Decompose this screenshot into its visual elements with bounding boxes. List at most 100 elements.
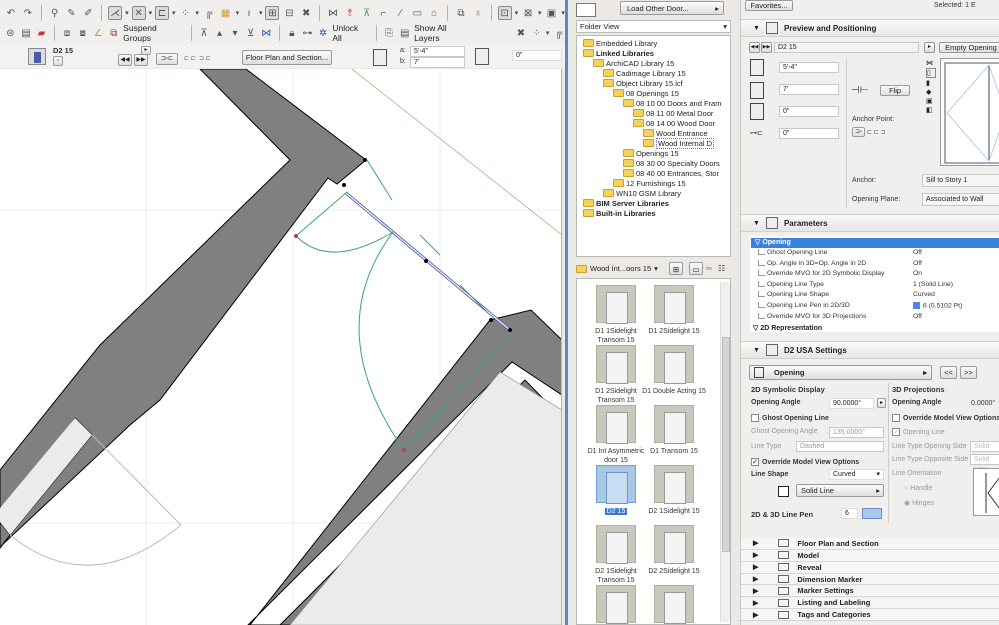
library-tree-item[interactable]: WN10 GSM Library (603, 188, 681, 198)
bring-forward-icon[interactable]: ▴ (213, 26, 226, 40)
chevron-down-icon[interactable]: ▾ (236, 9, 240, 17)
trace-icon[interactable]: ⊞ (265, 6, 280, 20)
pen-color-swatch[interactable] (862, 508, 882, 519)
favorites-button[interactable]: Favorites... (745, 0, 793, 11)
usa-settings-header[interactable]: ▼ D2 USA Settings (741, 341, 999, 359)
parameter-row[interactable]: Override MVO for 3D Projections Off (753, 312, 998, 324)
plan-view-icon[interactable]: ⋈ (926, 59, 936, 67)
projection-angle-field[interactable]: 0.0000° (971, 400, 995, 407)
suspend-groups-icon[interactable]: ⧉ (108, 26, 121, 40)
show-layers-icon[interactable]: ▤ (398, 26, 411, 40)
front-icon[interactable]: ▣ (926, 97, 936, 105)
collapsed-section-floor-plan-and-section[interactable]: ▶ Floor Plan and Section (741, 538, 999, 550)
parameter-value[interactable]: Off (913, 249, 922, 260)
wall-icon[interactable]: ╔ (552, 26, 565, 40)
library-tree-item[interactable]: Wood Internal D (643, 137, 715, 149)
floor-plan-section-button[interactable]: Floor Plan and Section... (242, 50, 332, 65)
library-tree-item[interactable]: 08 11 00 Metal Door (633, 108, 713, 118)
parameter-group-opening[interactable]: ▽ Opening (751, 238, 999, 248)
unlock-icon[interactable]: ⊶ (301, 26, 314, 40)
house-icon[interactable]: ⌂ (427, 6, 441, 20)
projection-override-checkbox[interactable]: Override Model View Options (892, 414, 999, 422)
settings-button[interactable]: ▫ (53, 56, 63, 66)
library-tree-item[interactable]: 12 Furnishings 15 (613, 178, 686, 188)
library-tree-item[interactable]: 08 30 00 Specialty Doors (623, 158, 720, 168)
width-field[interactable]: 5'-4" (779, 62, 839, 73)
parameter-value[interactable]: Off (913, 313, 922, 324)
rectangle-icon[interactable]: ▭ (410, 6, 424, 20)
split-icon[interactable]: ⥉ (343, 6, 357, 20)
send-back-icon[interactable]: ⊻ (244, 26, 257, 40)
adjust-icon[interactable]: ⊼ (360, 6, 374, 20)
parameter-value[interactable]: On (913, 270, 922, 281)
previous-button[interactable]: ◀◀ (749, 42, 760, 53)
library-tree-item[interactable]: Built-in Libraries (583, 208, 656, 218)
show-all-layers-button[interactable]: Show All Layers (414, 23, 468, 43)
unlock-all-button[interactable]: Unlock All (332, 23, 366, 43)
3d-view-icon[interactable]: ⊠ (521, 6, 535, 20)
anchor-point-button[interactable]: ⊐▫ (852, 127, 865, 137)
layer-combo-icon[interactable]: ▤ (20, 26, 33, 40)
parameter-row[interactable]: Override MVO for 2D Symbolic Display On (753, 270, 998, 281)
eraser-icon[interactable]: ▰ (35, 26, 48, 40)
parameter-value[interactable]: 6 (0.5102 Pt) (923, 302, 962, 309)
eyedropper-icon[interactable]: ✎ (65, 6, 79, 20)
anchor-options-icon[interactable]: ⊏ ⊏ ⊐ ⊏ (184, 55, 211, 62)
list-view-button[interactable]: ☷ (718, 264, 725, 273)
solid-line-select[interactable]: Solid Line ▸ (796, 484, 884, 497)
group-elements-icon[interactable]: ⧈ (61, 26, 74, 40)
load-other-door-button[interactable]: Load Other Door... ▸ (620, 1, 724, 15)
preview-section-header[interactable]: ▼ Preview and Positioning (741, 19, 999, 37)
library-thumbnail[interactable] (639, 585, 709, 624)
opening-angle-field[interactable]: 90.0000° (829, 398, 874, 409)
hide-layer-icon[interactable]: ⎘ (383, 26, 396, 40)
collapsed-section-tags-and-categories[interactable]: ▶ Tags and Categories (741, 609, 999, 622)
marker-icon[interactable]: ♁ (471, 6, 485, 20)
close-icon[interactable]: ✖ (299, 6, 313, 20)
library-thumbnail[interactable]: D1 2Sidelight 15 (639, 285, 709, 336)
height-field[interactable]: 7' (410, 57, 465, 68)
3d-icon[interactable]: ◆ (926, 88, 936, 96)
parameter-row[interactable]: Ghost Opening Line Off (753, 249, 998, 260)
layer-icon[interactable]: ▦ (219, 6, 233, 20)
library-tree-item[interactable]: 08 10 00 Doors and Fram (623, 98, 721, 108)
opening-plane-select[interactable]: Associated to Wall (922, 193, 999, 206)
anchor-select[interactable]: Sill to Story 1 (922, 174, 999, 187)
line-type-opening-select[interactable]: Solid Line (970, 441, 999, 460)
group-icon[interactable]: ⧉ (454, 6, 468, 20)
guide-lines-icon[interactable]: ✕ (131, 6, 146, 20)
library-thumbnail[interactable]: D2 2Sidelight 15 (639, 525, 709, 576)
sill-field[interactable]: 0" (779, 106, 839, 117)
override-mvo-checkbox[interactable]: ✓ Override Model View Options (751, 458, 859, 466)
find-select-icon[interactable]: ⚲ (48, 6, 62, 20)
empty-opening-button[interactable]: Empty Opening (939, 42, 999, 53)
library-tree-item[interactable]: Linked Libraries (583, 48, 654, 58)
sill-height-field[interactable]: 0" (512, 50, 562, 61)
library-thumbnail[interactable]: D1 Transom 15 (639, 405, 709, 456)
send-backward-icon[interactable]: ▾ (229, 26, 242, 40)
expand-button[interactable]: ▸ (141, 46, 151, 55)
preview-mode-icons[interactable]: ⋈ ▯ ▮ ◆ ▣ ◧ (926, 59, 936, 129)
line-type-opposite-select[interactable]: Solid Line (970, 454, 999, 473)
page-select[interactable]: Opening ▸ (749, 365, 932, 380)
chevron-down-icon[interactable]: ▾ (538, 9, 542, 17)
chevron-down-icon[interactable]: ▾ (149, 9, 153, 17)
door-tool-icon[interactable] (28, 48, 46, 65)
pen-icon[interactable]: ı (242, 6, 256, 20)
library-tree-item[interactable]: BIM Server Libraries (583, 198, 669, 208)
width-field[interactable]: 5'-4" (410, 46, 465, 57)
library-tree-item[interactable]: 08 40 00 Entrances, Stor (623, 168, 719, 178)
expand-button[interactable]: ▸ (924, 42, 935, 53)
handle-radio[interactable]: ○ Handle (904, 485, 932, 492)
parameter-value[interactable]: Curved (913, 291, 935, 302)
height-field[interactable]: 7' (779, 84, 839, 95)
library-tree-item[interactable]: Cadimage Library 15 (603, 68, 686, 78)
close-icon[interactable]: ✖ (515, 26, 528, 40)
parameter-group-2d-representation[interactable]: ▽ 2D Representation (753, 324, 822, 332)
redo-icon[interactable]: ↷ (21, 6, 35, 20)
next-button[interactable]: ▶▶ (134, 54, 148, 66)
parameter-value[interactable]: Off (913, 260, 922, 271)
library-tree-item[interactable]: Object Library 15.lcf (603, 78, 683, 88)
offset-icon[interactable]: ⁄ (394, 6, 408, 20)
hinges-radio[interactable]: ◉ Hinges (904, 499, 934, 507)
